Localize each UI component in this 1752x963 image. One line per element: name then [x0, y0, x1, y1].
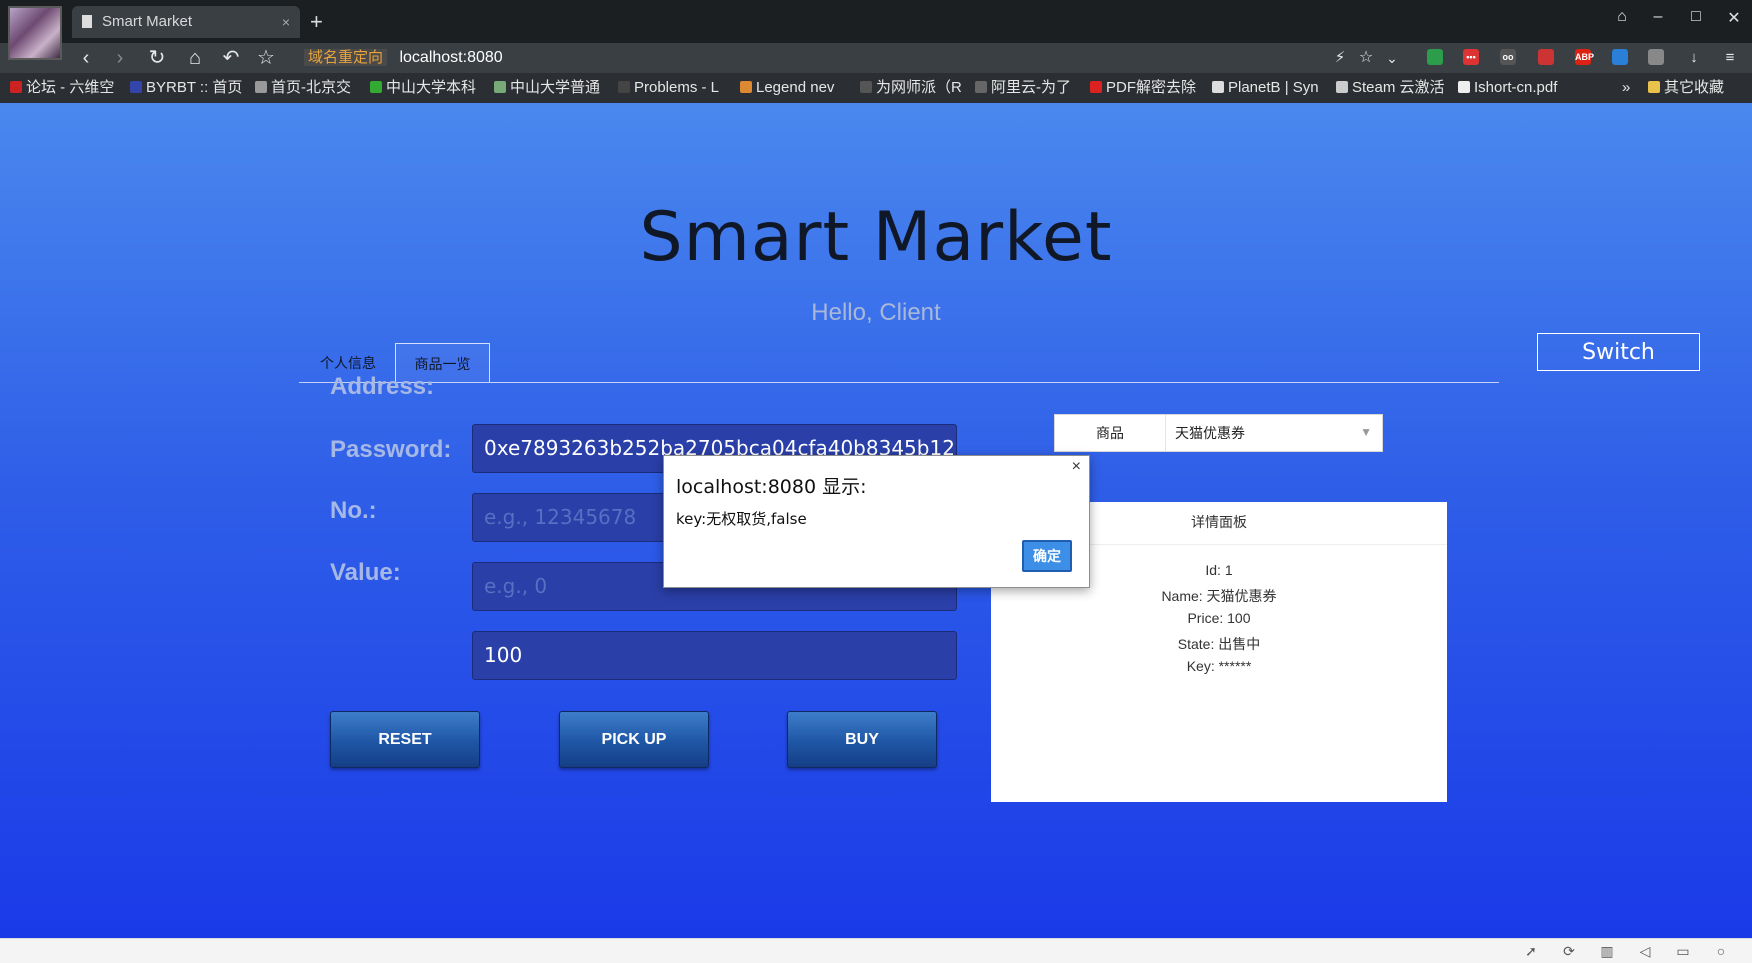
bookmark-favicon-icon	[1336, 81, 1348, 93]
dialog-message: key:无权取货,false	[676, 510, 807, 528]
chevron-down-icon[interactable]: ▼	[1360, 425, 1372, 439]
bookmark-item[interactable]: 为网师派（R	[860, 73, 962, 103]
dialog-ok-button[interactable]: 确定	[1022, 540, 1072, 572]
favorite-star-icon[interactable]: ☆	[252, 45, 280, 71]
extension-box-icon[interactable]	[1538, 49, 1554, 65]
bookmark-item[interactable]: 论坛 - 六维空	[10, 73, 114, 103]
browser-statusbar: ➚ ⟳ ▥ ◁ ▭ ○	[0, 938, 1752, 963]
reload-icon[interactable]: ↻	[143, 45, 171, 71]
bookmark-favicon-icon	[255, 81, 267, 93]
new-tab-button[interactable]: +	[310, 6, 323, 38]
bookmark-folder[interactable]: 其它收藏	[1648, 73, 1724, 103]
value-input[interactable]: 100	[472, 631, 957, 680]
no-label: No.:	[330, 497, 377, 524]
rocket-icon[interactable]: ➚	[1522, 942, 1540, 960]
value-label: Value:	[330, 559, 401, 586]
bookmark-favicon-icon	[494, 81, 506, 93]
skin-icon[interactable]: ⌂	[1610, 8, 1634, 26]
bookmarks-bar: 论坛 - 六维空 BYRBT :: 首页 首页-北京交 中山大学本科 中山大学普…	[0, 73, 1752, 103]
bookmark-star-icon[interactable]: ☆	[1352, 45, 1380, 71]
speaker-icon[interactable]: ◁	[1636, 942, 1654, 960]
profile-avatar[interactable]	[8, 6, 62, 60]
bookmark-item[interactable]: PlanetB | Syn	[1212, 73, 1319, 103]
extension-glasses-icon[interactable]: oo	[1500, 49, 1516, 65]
microsoft-icon[interactable]	[1427, 49, 1443, 65]
bookmark-item[interactable]: 首页-北京交	[255, 73, 351, 103]
detail-state: State: 出售中	[1177, 636, 1261, 652]
window-close-icon[interactable]: ✕	[1722, 8, 1746, 28]
extension-red-icon[interactable]: •••	[1463, 49, 1479, 65]
window-icon[interactable]: ▭	[1674, 942, 1692, 960]
switch-button[interactable]: Switch	[1537, 333, 1700, 371]
detail-name: Name: 天猫优惠券	[1161, 588, 1277, 604]
dialog-close-icon[interactable]: ×	[1072, 458, 1081, 476]
product-select-value[interactable]: 天猫优惠券	[1175, 415, 1245, 451]
bookmark-favicon-icon	[370, 81, 382, 93]
tab-title: Smart Market	[102, 13, 193, 30]
bookmark-favicon-icon	[130, 81, 142, 93]
bookmark-favicon-icon	[618, 81, 630, 93]
bookmark-favicon-icon	[1458, 81, 1470, 93]
detail-price: Price: 100	[1187, 610, 1251, 626]
download-icon[interactable]: ↓	[1680, 45, 1708, 71]
tabs-divider	[299, 382, 1499, 383]
bookmark-favicon-icon	[975, 81, 987, 93]
folder-icon	[1648, 81, 1660, 93]
maximize-icon[interactable]: □	[1684, 8, 1708, 26]
bookmark-item[interactable]: BYRBT :: 首页	[130, 73, 242, 103]
bookmark-item[interactable]: Legend nev	[740, 73, 834, 103]
bookmarks-overflow-icon[interactable]: »	[1622, 73, 1630, 103]
undo-close-icon[interactable]: ↶	[217, 45, 245, 71]
bookmark-item[interactable]: Ishort-cn.pdf	[1458, 73, 1557, 103]
extension-blue-icon[interactable]	[1612, 49, 1628, 65]
address-bar[interactable]: 域名重定向 localhost:8080	[304, 44, 503, 72]
bookmark-favicon-icon	[1212, 81, 1224, 93]
lightning-icon[interactable]: ⚡	[1326, 45, 1354, 71]
extension-stack-icon[interactable]	[1648, 49, 1664, 65]
browser-tab[interactable]: Smart Market ×	[72, 6, 300, 38]
dialog-title: localhost:8080 显示:	[676, 476, 867, 498]
password-label: Password:	[330, 436, 452, 463]
detail-key: Key: ******	[1186, 658, 1252, 674]
browser-titlebar: Smart Market × + ⌂ – □ ✕	[0, 0, 1752, 60]
adblock-icon[interactable]: ABP	[1575, 49, 1594, 65]
alert-dialog: × localhost:8080 显示: key:无权取货,false 确定	[663, 455, 1090, 588]
home-icon[interactable]: ⌂	[181, 45, 209, 71]
minimize-icon[interactable]: –	[1646, 8, 1670, 26]
forward-icon[interactable]: ›	[106, 45, 134, 71]
back-icon[interactable]: ‹	[72, 45, 100, 71]
buy-button[interactable]: BUY	[787, 711, 937, 768]
address-label: Address:	[330, 373, 435, 400]
page-subtitle: Hello, Client	[811, 299, 941, 326]
browser-navbar: ‹ › ↻ ⌂ ↶ ☆ 域名重定向 localhost:8080 ⚡ ☆ ⌄ •…	[0, 43, 1752, 73]
bookmark-favicon-icon	[860, 81, 872, 93]
url-text[interactable]: localhost:8080	[399, 49, 502, 66]
tab-close-icon[interactable]: ×	[282, 6, 290, 38]
bookmark-item[interactable]: 中山大学本科	[370, 73, 476, 103]
trash-icon[interactable]: ▥	[1598, 942, 1616, 960]
bookmark-item[interactable]: 中山大学普通	[494, 73, 600, 103]
bookmark-favicon-icon	[740, 81, 752, 93]
refresh-circle-icon[interactable]: ⟳	[1560, 942, 1578, 960]
menu-icon[interactable]: ≡	[1716, 45, 1744, 71]
bookmark-favicon-icon	[1090, 81, 1102, 93]
page-icon	[82, 15, 92, 28]
bookmark-item[interactable]: 阿里云-为了	[975, 73, 1071, 103]
zoom-icon[interactable]: ○	[1712, 942, 1730, 960]
bookmark-item[interactable]: Problems - L	[618, 73, 719, 103]
product-select[interactable]: 商品 天猫优惠券 ▼	[1054, 414, 1383, 452]
redirect-badge[interactable]: 域名重定向	[304, 49, 388, 66]
chevron-down-icon[interactable]: ⌄	[1378, 45, 1406, 71]
reset-button[interactable]: RESET	[330, 711, 480, 768]
bookmark-favicon-icon	[10, 81, 22, 93]
pick-up-button[interactable]: PICK UP	[559, 711, 709, 768]
bookmark-item[interactable]: Steam 云激活	[1336, 73, 1445, 103]
product-select-label: 商品	[1055, 415, 1166, 451]
page-title: Smart Market	[639, 198, 1113, 277]
bookmark-item[interactable]: PDF解密去除	[1090, 73, 1196, 103]
